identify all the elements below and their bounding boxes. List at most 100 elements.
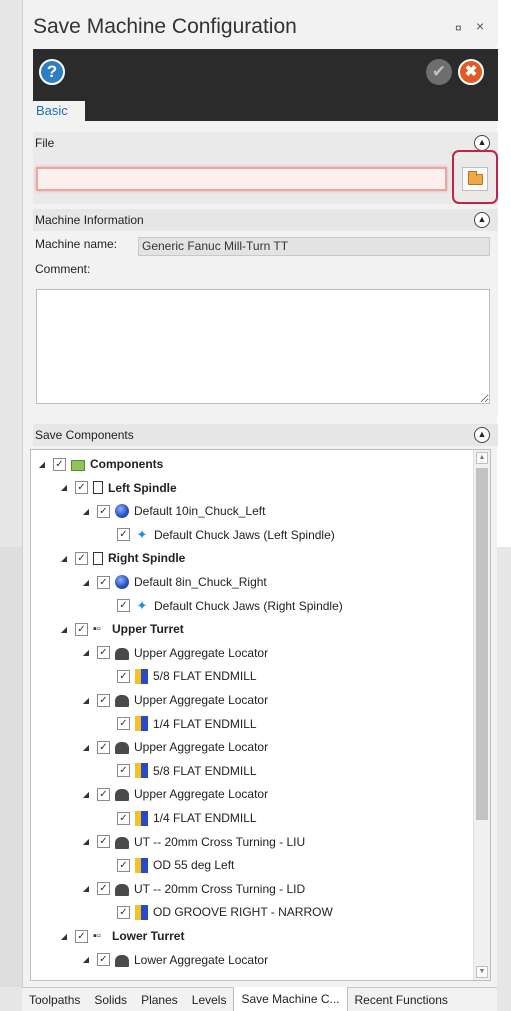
tree-item[interactable]: ✓ OD 55 deg Left [101,854,234,876]
bottom-tab[interactable]: Levels [185,988,234,1011]
tree-item-checkbox[interactable]: ✓ [117,717,130,731]
tree-item-checkbox[interactable]: ✓ [97,882,110,896]
tree-item-label: UT -- 20mm Cross Turning - LID [134,881,306,896]
tree-item-checkbox[interactable]: ✓ [97,953,110,967]
expand-arrow-icon[interactable]: ◢ [81,507,91,516]
tree-item-checkbox[interactable]: ✓ [97,575,110,589]
tree-item-checkbox[interactable]: ✓ [117,528,130,542]
panel-title: Save Machine Configuration [33,15,297,38]
tree-item-label: Lower Aggregate Locator [134,952,269,967]
expand-arrow-icon[interactable]: ◢ [37,460,47,469]
scroll-up-icon[interactable]: ▲ [476,452,488,464]
close-icon[interactable]: × [476,18,484,34]
expand-arrow-icon[interactable]: ◢ [81,578,91,587]
tree-item[interactable]: ✓ 5/8 FLAT ENDMILL [101,760,257,782]
tree-item[interactable]: ◢ ✓ Upper Aggregate Locator [81,642,268,664]
expand-arrow-icon[interactable]: ◢ [81,743,91,752]
tree-item-checkbox[interactable]: ✓ [97,504,110,518]
tree-item-checkbox[interactable]: ✓ [75,551,88,565]
file-path-input[interactable] [36,167,447,191]
background-strip [497,0,511,547]
tree-item[interactable]: ◢ ✓ Default 10in_Chuck_Left [81,500,265,522]
collapse-icon[interactable]: ▲ [474,427,490,443]
expand-arrow-icon[interactable]: ◢ [59,554,69,563]
tree-item-checkbox[interactable]: ✓ [97,740,110,754]
tree-item-checkbox[interactable]: ✓ [75,929,88,943]
tree-item-label: Left Spindle [108,480,177,495]
tree-item-checkbox[interactable]: ✓ [117,905,130,919]
expand-arrow-icon[interactable]: ◢ [59,932,69,941]
tree-item-label: OD 55 deg Left [153,858,235,873]
folder-icon [71,459,85,471]
tree-item[interactable]: ◢ ✓ Upper Aggregate Locator [81,689,268,711]
tree-item[interactable]: ✓ ✦ Default Chuck Jaws (Right Spindle) [101,595,343,617]
scroll-thumb[interactable] [476,468,488,820]
tree-item[interactable]: ◢ ✓ Upper Aggregate Locator [81,783,268,805]
tree-item[interactable]: ◢ ✓ UT -- 20mm Cross Turning - LID [81,878,305,900]
locator-icon [115,883,129,896]
ok-button[interactable]: ✔ [426,59,452,85]
tree-item[interactable]: ✓ 5/8 FLAT ENDMILL [101,665,257,687]
tree-item[interactable]: ✓ OD GROOVE RIGHT - NARROW [101,901,333,923]
expand-arrow-icon[interactable]: ◢ [59,625,69,634]
machine-information-title: Machine Information [35,213,144,227]
tree-item[interactable]: ◢ ✓ ▪▫ Upper Turret [59,618,184,640]
expand-arrow-icon[interactable]: ◢ [81,837,91,846]
tree-item-checkbox[interactable]: ✓ [75,622,88,636]
expand-arrow-icon[interactable]: ◢ [81,884,91,893]
tree-item-checkbox[interactable]: ✓ [53,457,66,471]
tree-item-checkbox[interactable]: ✓ [97,835,110,849]
comment-textarea[interactable] [36,289,490,404]
expand-arrow-icon[interactable]: ◢ [81,955,91,964]
pin-icon[interactable]: ¤ [455,21,462,35]
tree-item[interactable]: ◢ ✓ Components [37,453,163,475]
bottom-tab[interactable]: Solids [87,988,134,1011]
tree-item-label: Default 10in_Chuck_Left [134,504,266,519]
cancel-button[interactable]: ✖ [458,59,484,85]
turret-icon: ▪▫ [93,623,101,636]
tree-item[interactable]: ✓ 1/4 FLAT ENDMILL [101,807,257,829]
bottom-tab[interactable]: Toolpaths [22,988,87,1011]
tree-item-label: UT -- 20mm Cross Turning - LIU [134,834,306,849]
expand-arrow-icon[interactable]: ◢ [81,696,91,705]
tree-item-checkbox[interactable]: ✓ [117,599,130,613]
tree-item[interactable]: ◢ ✓ Left Spindle [59,477,177,499]
tree-item-checkbox[interactable]: ✓ [97,787,110,801]
tool-icon [135,904,148,920]
tree-item-label: Right Spindle [108,551,186,566]
tree-item-checkbox[interactable]: ✓ [117,858,130,872]
tree-item[interactable]: ◢ ✓ Default 8in_Chuck_Right [81,571,267,593]
tree-item-checkbox[interactable]: ✓ [117,764,130,778]
background-strip [0,547,22,987]
spindle-icon [93,481,103,495]
bottom-tab[interactable]: Planes [134,988,185,1011]
scroll-down-icon[interactable]: ▼ [476,966,488,978]
expand-arrow-icon[interactable]: ◢ [81,648,91,657]
tree-item-checkbox[interactable]: ✓ [75,481,88,495]
expand-arrow-icon[interactable]: ◢ [59,483,69,492]
bottom-tab[interactable]: Recent Functions [348,988,455,1011]
tree-item[interactable]: ◢ ✓ Right Spindle [59,547,185,569]
tree-item[interactable]: ◢ ✓ UT -- 20mm Cross Turning - LIU [81,831,305,853]
tab-basic[interactable]: Basic [33,101,85,121]
tree-item[interactable]: ◢ ✓ ▪▫ Lower Turret [59,925,185,947]
tree-item[interactable]: ◢ ✓ Upper Aggregate Locator [81,736,268,758]
file-section-title: File [35,136,55,150]
collapse-icon[interactable]: ▲ [474,212,490,228]
tree-item[interactable]: ◢ ✓ Lower Aggregate Locator [81,949,268,971]
collapse-icon[interactable]: ▲ [474,135,490,151]
tree-item-checkbox[interactable]: ✓ [97,646,110,660]
tree-item-checkbox[interactable]: ✓ [97,693,110,707]
tree-item-label: Components [90,457,164,471]
tree-scrollbar[interactable]: ▲ ▼ [473,450,490,980]
expand-arrow-icon[interactable]: ◢ [81,790,91,799]
browse-button[interactable] [462,167,488,191]
tree-item-checkbox[interactable]: ✓ [117,811,130,825]
panel-titlebar: Save Machine Configuration ¤ × [23,0,498,44]
help-button[interactable]: ? [39,59,65,85]
tree-item[interactable]: ✓ ✦ Default Chuck Jaws (Left Spindle) [101,524,335,546]
tree-item[interactable]: ✓ 1/4 FLAT ENDMILL [101,713,257,735]
turret-icon: ▪▫ [93,930,101,942]
tree-item-checkbox[interactable]: ✓ [117,669,130,683]
bottom-tab[interactable]: Save Machine C... [233,987,348,1011]
